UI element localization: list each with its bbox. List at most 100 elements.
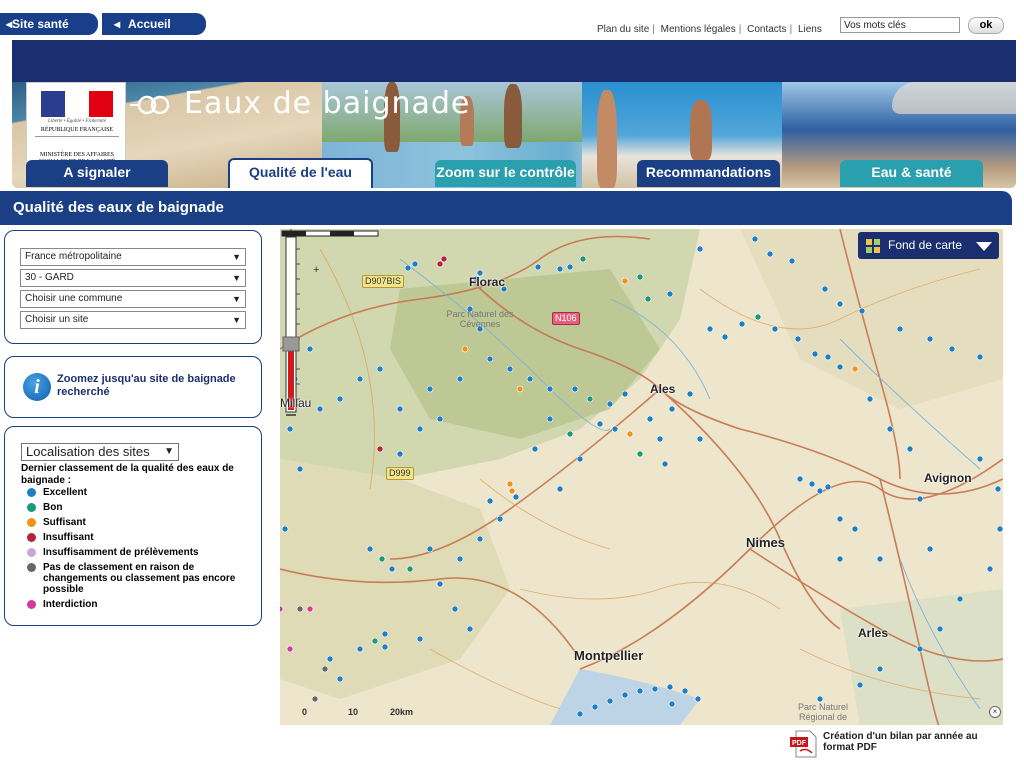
site-marker[interactable] xyxy=(411,260,419,268)
site-marker[interactable] xyxy=(976,455,984,463)
site-marker[interactable] xyxy=(824,483,832,491)
site-marker[interactable] xyxy=(916,495,924,503)
site-marker[interactable] xyxy=(808,480,816,488)
site-marker[interactable] xyxy=(788,257,796,265)
site-marker[interactable] xyxy=(771,325,779,333)
site-marker[interactable] xyxy=(666,683,674,691)
site-marker[interactable] xyxy=(876,665,884,673)
site-marker[interactable] xyxy=(796,475,804,483)
site-marker[interactable] xyxy=(668,405,676,413)
site-marker[interactable] xyxy=(576,710,584,718)
site-marker[interactable] xyxy=(816,487,824,495)
site-marker[interactable] xyxy=(381,630,389,638)
site-marker[interactable] xyxy=(656,435,664,443)
site-select[interactable]: Choisir un site ▼ xyxy=(20,311,246,329)
site-marker[interactable] xyxy=(579,255,587,263)
site-marker[interactable] xyxy=(906,445,914,453)
site-marker[interactable] xyxy=(738,320,746,328)
site-marker[interactable] xyxy=(404,264,412,272)
tab-a-signaler[interactable]: A signaler xyxy=(26,160,168,187)
site-marker[interactable] xyxy=(836,515,844,523)
site-marker[interactable] xyxy=(994,485,1002,493)
site-marker[interactable] xyxy=(388,565,396,573)
site-marker[interactable] xyxy=(644,295,652,303)
site-marker[interactable] xyxy=(576,455,584,463)
site-marker[interactable] xyxy=(621,390,629,398)
link-mentions-legales[interactable]: Mentions légales xyxy=(661,24,736,35)
site-sante-button[interactable]: ◂Site santé xyxy=(0,13,98,35)
site-marker[interactable] xyxy=(751,235,759,243)
zoom-slider[interactable] xyxy=(280,229,302,424)
site-marker[interactable] xyxy=(956,595,964,603)
site-marker[interactable] xyxy=(696,435,704,443)
search-input[interactable] xyxy=(840,17,960,33)
site-marker[interactable] xyxy=(376,445,384,453)
site-marker[interactable] xyxy=(821,285,829,293)
site-marker[interactable] xyxy=(546,385,554,393)
site-marker[interactable] xyxy=(591,703,599,711)
site-marker[interactable] xyxy=(416,425,424,433)
site-marker[interactable] xyxy=(486,497,494,505)
site-marker[interactable] xyxy=(948,345,956,353)
site-marker[interactable] xyxy=(686,390,694,398)
site-marker[interactable] xyxy=(426,545,434,553)
region-select[interactable]: France métropolitaine ▼ xyxy=(20,248,246,266)
site-marker[interactable] xyxy=(286,425,294,433)
site-marker[interactable] xyxy=(286,645,294,653)
site-marker[interactable] xyxy=(636,273,644,281)
commune-select[interactable]: Choisir une commune ▼ xyxy=(20,290,246,308)
site-marker[interactable] xyxy=(836,363,844,371)
site-marker[interactable] xyxy=(381,643,389,651)
site-marker[interactable] xyxy=(836,555,844,563)
site-marker[interactable] xyxy=(306,345,314,353)
site-marker[interactable] xyxy=(296,605,304,613)
site-marker[interactable] xyxy=(336,675,344,683)
site-marker[interactable] xyxy=(451,605,459,613)
site-marker[interactable] xyxy=(366,545,374,553)
localisation-select[interactable]: Localisation des sites ▼ xyxy=(21,443,179,461)
site-marker[interactable] xyxy=(416,635,424,643)
site-marker[interactable] xyxy=(506,480,514,488)
site-marker[interactable] xyxy=(858,307,866,315)
site-marker[interactable] xyxy=(516,385,524,393)
site-marker[interactable] xyxy=(876,555,884,563)
site-marker[interactable] xyxy=(696,245,704,253)
search-ok-button[interactable]: ok xyxy=(968,17,1004,34)
site-marker[interactable] xyxy=(626,430,634,438)
site-marker[interactable] xyxy=(506,365,514,373)
site-marker[interactable] xyxy=(406,565,414,573)
site-marker[interactable] xyxy=(794,335,802,343)
site-marker[interactable] xyxy=(836,300,844,308)
site-marker[interactable] xyxy=(396,450,404,458)
tab-eau-et-sante[interactable]: Eau & santé xyxy=(840,160,983,187)
site-marker[interactable] xyxy=(496,515,504,523)
site-marker[interactable] xyxy=(466,625,474,633)
close-icon[interactable]: × xyxy=(989,706,1001,718)
site-marker[interactable] xyxy=(356,645,364,653)
site-marker[interactable] xyxy=(376,365,384,373)
map-view[interactable]: Fond de carte + Florac Ales Millau Nimes… xyxy=(280,229,1003,725)
site-marker[interactable] xyxy=(926,545,934,553)
site-marker[interactable] xyxy=(766,250,774,258)
site-marker[interactable] xyxy=(486,355,494,363)
tab-zoom-sur-le-controle[interactable]: Zoom sur le contrôle xyxy=(435,160,576,187)
site-marker[interactable] xyxy=(681,687,689,695)
site-marker[interactable] xyxy=(824,353,832,361)
site-marker[interactable] xyxy=(456,555,464,563)
site-marker[interactable] xyxy=(976,353,984,361)
site-marker[interactable] xyxy=(396,405,404,413)
site-marker[interactable] xyxy=(316,405,324,413)
site-marker[interactable] xyxy=(721,333,729,341)
site-marker[interactable] xyxy=(356,375,364,383)
site-marker[interactable] xyxy=(336,395,344,403)
site-marker[interactable] xyxy=(936,625,944,633)
site-marker[interactable] xyxy=(281,525,289,533)
site-marker[interactable] xyxy=(636,450,644,458)
link-plan-du-site[interactable]: Plan du site xyxy=(597,24,649,35)
site-marker[interactable] xyxy=(621,277,629,285)
link-contacts[interactable]: Contacts xyxy=(747,24,786,35)
site-marker[interactable] xyxy=(851,365,859,373)
site-marker[interactable] xyxy=(440,255,448,263)
site-marker[interactable] xyxy=(926,335,934,343)
site-marker[interactable] xyxy=(611,425,619,433)
